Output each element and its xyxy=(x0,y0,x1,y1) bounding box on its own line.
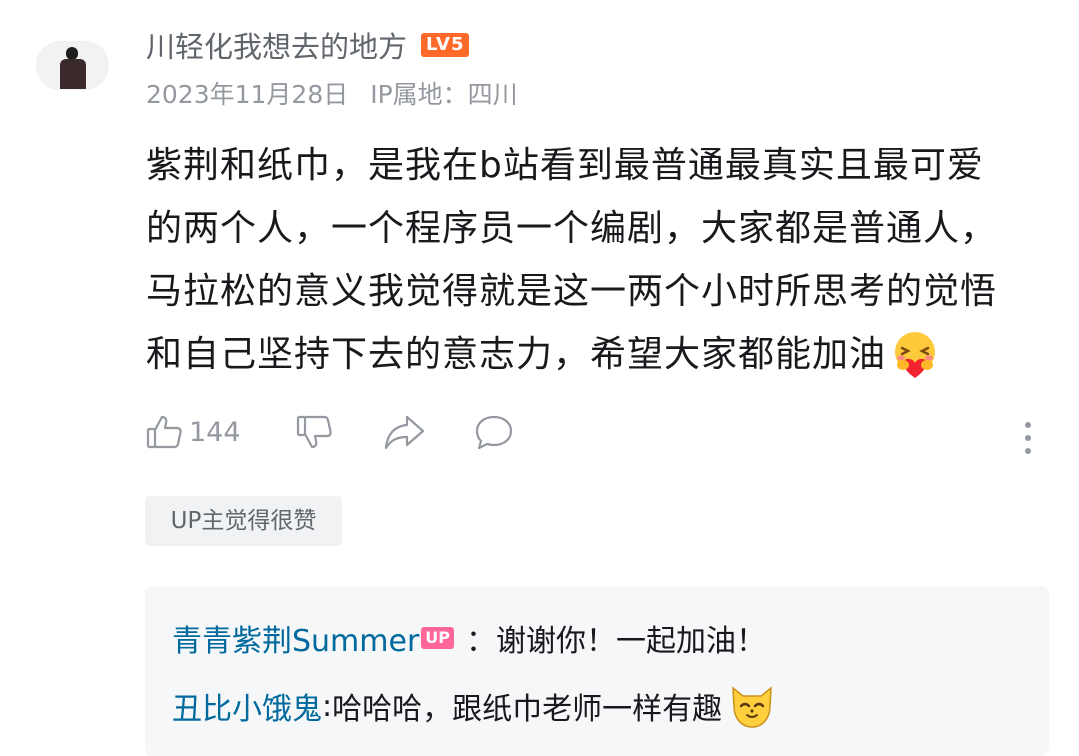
avatar[interactable] xyxy=(36,41,109,90)
hug-heart-emoji xyxy=(890,330,940,380)
like-count: 144 xyxy=(189,416,241,448)
comment-meta: 2023年11月28日 IP属地：四川 xyxy=(146,75,532,111)
reply-username[interactable]: 青青紫荆Summer xyxy=(172,616,419,660)
reply-item[interactable]: 青青紫荆Summer UP ：谢谢你！一起加油！ xyxy=(172,616,766,660)
up-badge: UP xyxy=(421,627,455,649)
content-line-last: 和自己坚持下去的意志力，希望大家都能加油 xyxy=(146,323,1046,386)
reply-section[interactable]: 青青紫荆Summer UP ：谢谢你！一起加油！ 丑比小饿鬼 : 哈哈哈，跟纸巾… xyxy=(145,586,1049,756)
level-badge: LV5 xyxy=(421,33,470,57)
share-button[interactable] xyxy=(383,413,427,451)
avatar-figure-body xyxy=(60,59,86,89)
comment-header: 川轻化我想去的地方 LV5 xyxy=(146,24,470,66)
more-icon xyxy=(1023,422,1033,459)
reply-icon xyxy=(473,413,515,451)
like-icon xyxy=(145,413,183,451)
dislike-button[interactable] xyxy=(295,413,333,451)
reply-text: ：谢谢你！一起加油！ xyxy=(466,624,767,659)
comment-date: 2023年11月28日 xyxy=(146,80,349,109)
more-button[interactable] xyxy=(1023,421,1033,459)
cat-emoji xyxy=(728,682,776,730)
up-liked-tag: UP主觉得很赞 xyxy=(145,496,342,546)
username[interactable]: 川轻化我想去的地方 xyxy=(146,24,407,66)
reply-username[interactable]: 丑比小饿鬼 xyxy=(172,684,322,728)
like-button[interactable]: 144 xyxy=(145,413,241,451)
content-line: 紫荆和纸巾，是我在b站看到最普通最真实且最可爱 xyxy=(146,145,984,186)
reply-button[interactable] xyxy=(473,413,515,451)
reply-item[interactable]: 丑比小饿鬼 : 哈哈哈，跟纸巾老师一样有趣 xyxy=(172,682,776,730)
reply-separator: : xyxy=(322,688,333,724)
comment-content: 紫荆和纸巾，是我在b站看到最普通最真实且最可爱 的两个人，一个程序员一个编剧，大… xyxy=(146,134,1046,386)
reply-text: 哈哈哈，跟纸巾老师一样有趣 xyxy=(332,692,723,727)
share-icon xyxy=(383,413,427,451)
content-line: 的两个人，一个程序员一个编剧，大家都是普通人， xyxy=(146,208,998,249)
ip-location: IP属地：四川 xyxy=(370,80,518,109)
action-bar: 144 xyxy=(145,413,1045,463)
dislike-icon xyxy=(295,413,333,451)
content-line: 马拉松的意义我觉得就是这一两个小时所思考的觉悟 xyxy=(146,271,998,312)
content-line-text: 和自己坚持下去的意志力，希望大家都能加油 xyxy=(146,334,887,375)
